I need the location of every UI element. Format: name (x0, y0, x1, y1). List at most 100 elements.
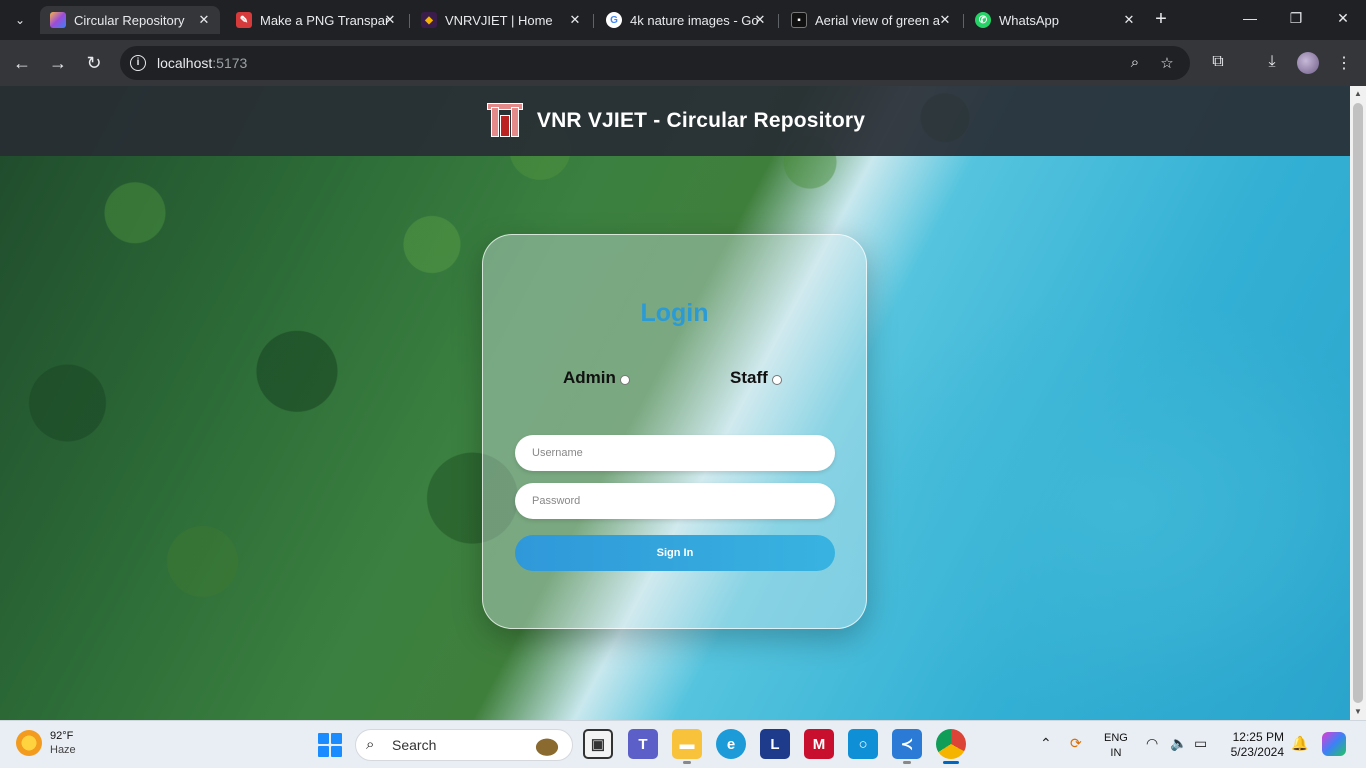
password-input[interactable] (515, 483, 835, 519)
zoom-magnifier-icon[interactable]: ⌕ (1126, 54, 1144, 72)
tab-png-transparent[interactable]: ✎ Make a PNG Transpar ✕ (226, 6, 406, 34)
clock-time: 12:25 PM (1232, 730, 1284, 744)
tray-overflow-chevron-icon[interactable]: ⌃ (1040, 735, 1052, 752)
restore-icon[interactable]: ❐ (1286, 10, 1306, 30)
lenovo-app-icon[interactable]: L (760, 729, 790, 759)
taskbar-search-box[interactable]: ⌕ Search (355, 729, 573, 761)
site-info-icon[interactable]: i (130, 55, 146, 71)
kebab-menu-icon[interactable]: ⋮ (1334, 53, 1354, 73)
wifi-icon[interactable]: ◠ (1146, 735, 1158, 752)
tab-search-chevron-icon[interactable]: ⌄ (8, 8, 32, 32)
input-language[interactable]: ENG IN (1104, 731, 1128, 761)
windows-start-icon[interactable] (318, 733, 342, 757)
scrollbar-thumb[interactable] (1353, 103, 1363, 703)
language-code: ENG (1104, 732, 1128, 744)
url-host: localhost (157, 55, 213, 71)
tab-title: Make a PNG Transpar (260, 12, 390, 28)
tab-circular-repository[interactable]: Circular Repository ✕ (40, 6, 220, 34)
tab-title: VNRVJIET | Home (445, 12, 553, 28)
tab-close-icon[interactable]: ✕ (567, 12, 583, 28)
windows-taskbar: 92°F Haze ⌕ Search ▣ T ▬ e L M ○ ≺ ⌃ ⟳ E… (0, 720, 1366, 768)
role-admin-radio[interactable] (619, 375, 630, 385)
tab-close-icon[interactable]: ✕ (752, 12, 768, 28)
sign-in-button[interactable]: Sign In (515, 535, 835, 571)
login-heading: Login (640, 299, 709, 327)
browser-tabstrip: ⌄ Circular Repository ✕ ✎ Make a PNG Tra… (0, 0, 1366, 40)
weather-condition: Haze (50, 744, 76, 756)
chrome-icon[interactable] (936, 729, 966, 764)
tab-title: Circular Repository (74, 12, 185, 28)
wrench-icon: ✎ (236, 12, 252, 28)
site-title: VNR VJIET - Circular Repository (536, 109, 866, 132)
tab-close-icon[interactable]: ✕ (196, 12, 212, 28)
tab-nature-images[interactable]: G 4k nature images - Go ✕ (596, 6, 776, 34)
page-viewport: VNR VJIET - Circular Repository Login Ad… (0, 86, 1350, 720)
reload-icon[interactable]: ↻ (83, 52, 105, 74)
extensions-puzzle-icon[interactable]: ⧉ (1208, 53, 1228, 73)
alexa-icon[interactable]: ○ (848, 729, 878, 759)
page-scrollbar[interactable]: ▲ ▼ (1350, 86, 1366, 720)
college-logo-icon (485, 101, 525, 141)
vite-logo-icon (50, 12, 66, 28)
weather-temperature: 92°F (50, 730, 74, 742)
sync-icon[interactable]: ⟳ (1070, 735, 1082, 752)
scroll-up-arrow-icon[interactable]: ▲ (1350, 86, 1366, 102)
turtle-highlight-icon (530, 734, 564, 758)
tab-divider (778, 14, 779, 28)
volume-icon[interactable]: 🔈 (1170, 735, 1187, 752)
browser-toolbar: ← → ↻ i localhost:5173 ⌕ ☆ ⧉ ⤓ ⋮ (0, 40, 1366, 86)
profile-avatar[interactable] (1297, 52, 1319, 74)
tab-whatsapp[interactable]: ✆ WhatsApp ✕ (965, 6, 1145, 34)
address-bar[interactable]: i localhost:5173 ⌕ ☆ (120, 46, 1190, 80)
clock-date: 5/23/2024 (1230, 745, 1284, 759)
back-arrow-icon[interactable]: ← (11, 52, 33, 74)
system-clock[interactable]: 12:25 PM 5/23/2024 (1226, 730, 1284, 760)
url-text[interactable]: localhost:5173 (157, 55, 247, 71)
mcafee-icon[interactable]: M (804, 729, 834, 759)
unsplash-logo-icon: ▪ (791, 12, 807, 28)
tab-divider (593, 14, 594, 28)
google-logo-icon: G (606, 12, 622, 28)
tab-close-icon[interactable]: ✕ (937, 12, 953, 28)
minimize-icon[interactable]: — (1240, 10, 1260, 30)
tab-divider (963, 14, 964, 28)
tab-vnrvjiet-home[interactable]: ◆ VNRVJIET | Home ✕ (411, 6, 591, 34)
new-tab-plus-icon[interactable]: + (1150, 9, 1172, 31)
download-icon[interactable]: ⤓ (1262, 53, 1282, 73)
window-close-icon[interactable]: ✕ (1333, 10, 1353, 30)
tab-title: WhatsApp (999, 12, 1059, 28)
role-staff-radio[interactable] (771, 375, 782, 385)
search-icon: ⌕ (366, 736, 375, 753)
forward-arrow-icon[interactable]: → (47, 52, 69, 74)
tab-divider (409, 14, 410, 28)
role-staff-label: Staff (730, 368, 768, 387)
weather-widget[interactable]: 92°F Haze (16, 729, 76, 757)
whatsapp-logo-icon: ✆ (975, 12, 991, 28)
teams-icon[interactable]: T (628, 729, 658, 759)
tab-close-icon[interactable]: ✕ (382, 12, 398, 28)
hazy-sun-icon (16, 730, 42, 756)
file-explorer-icon[interactable]: ▬ (672, 729, 702, 764)
copilot-icon[interactable] (1322, 732, 1346, 756)
tab-close-icon[interactable]: ✕ (1121, 12, 1137, 28)
vnr-logo-icon: ◆ (421, 12, 437, 28)
scroll-down-arrow-icon[interactable]: ▼ (1350, 704, 1366, 720)
site-header: VNR VJIET - Circular Repository (0, 86, 1350, 156)
tab-title: 4k nature images - Go (630, 12, 759, 28)
url-port: :5173 (212, 55, 248, 71)
role-staff-option[interactable]: Staff (730, 368, 782, 388)
edge-icon[interactable]: e (716, 729, 746, 759)
username-input[interactable] (515, 435, 835, 471)
battery-icon[interactable]: ▭ (1194, 735, 1207, 752)
notification-bell-icon[interactable]: 🔔 (1291, 735, 1308, 752)
task-view-icon[interactable]: ▣ (583, 729, 613, 759)
role-admin-option[interactable]: Admin (563, 368, 630, 388)
region-code: IN (1110, 747, 1122, 759)
tab-title: Aerial view of green a (815, 12, 941, 28)
tab-aerial-view[interactable]: ▪ Aerial view of green a ✕ (781, 6, 961, 34)
role-admin-label: Admin (563, 368, 616, 387)
search-label: Search (392, 737, 437, 753)
login-card: Login Admin Staff Sign In (482, 234, 867, 629)
vscode-icon[interactable]: ≺ (892, 729, 922, 764)
bookmark-star-icon[interactable]: ☆ (1158, 54, 1176, 72)
